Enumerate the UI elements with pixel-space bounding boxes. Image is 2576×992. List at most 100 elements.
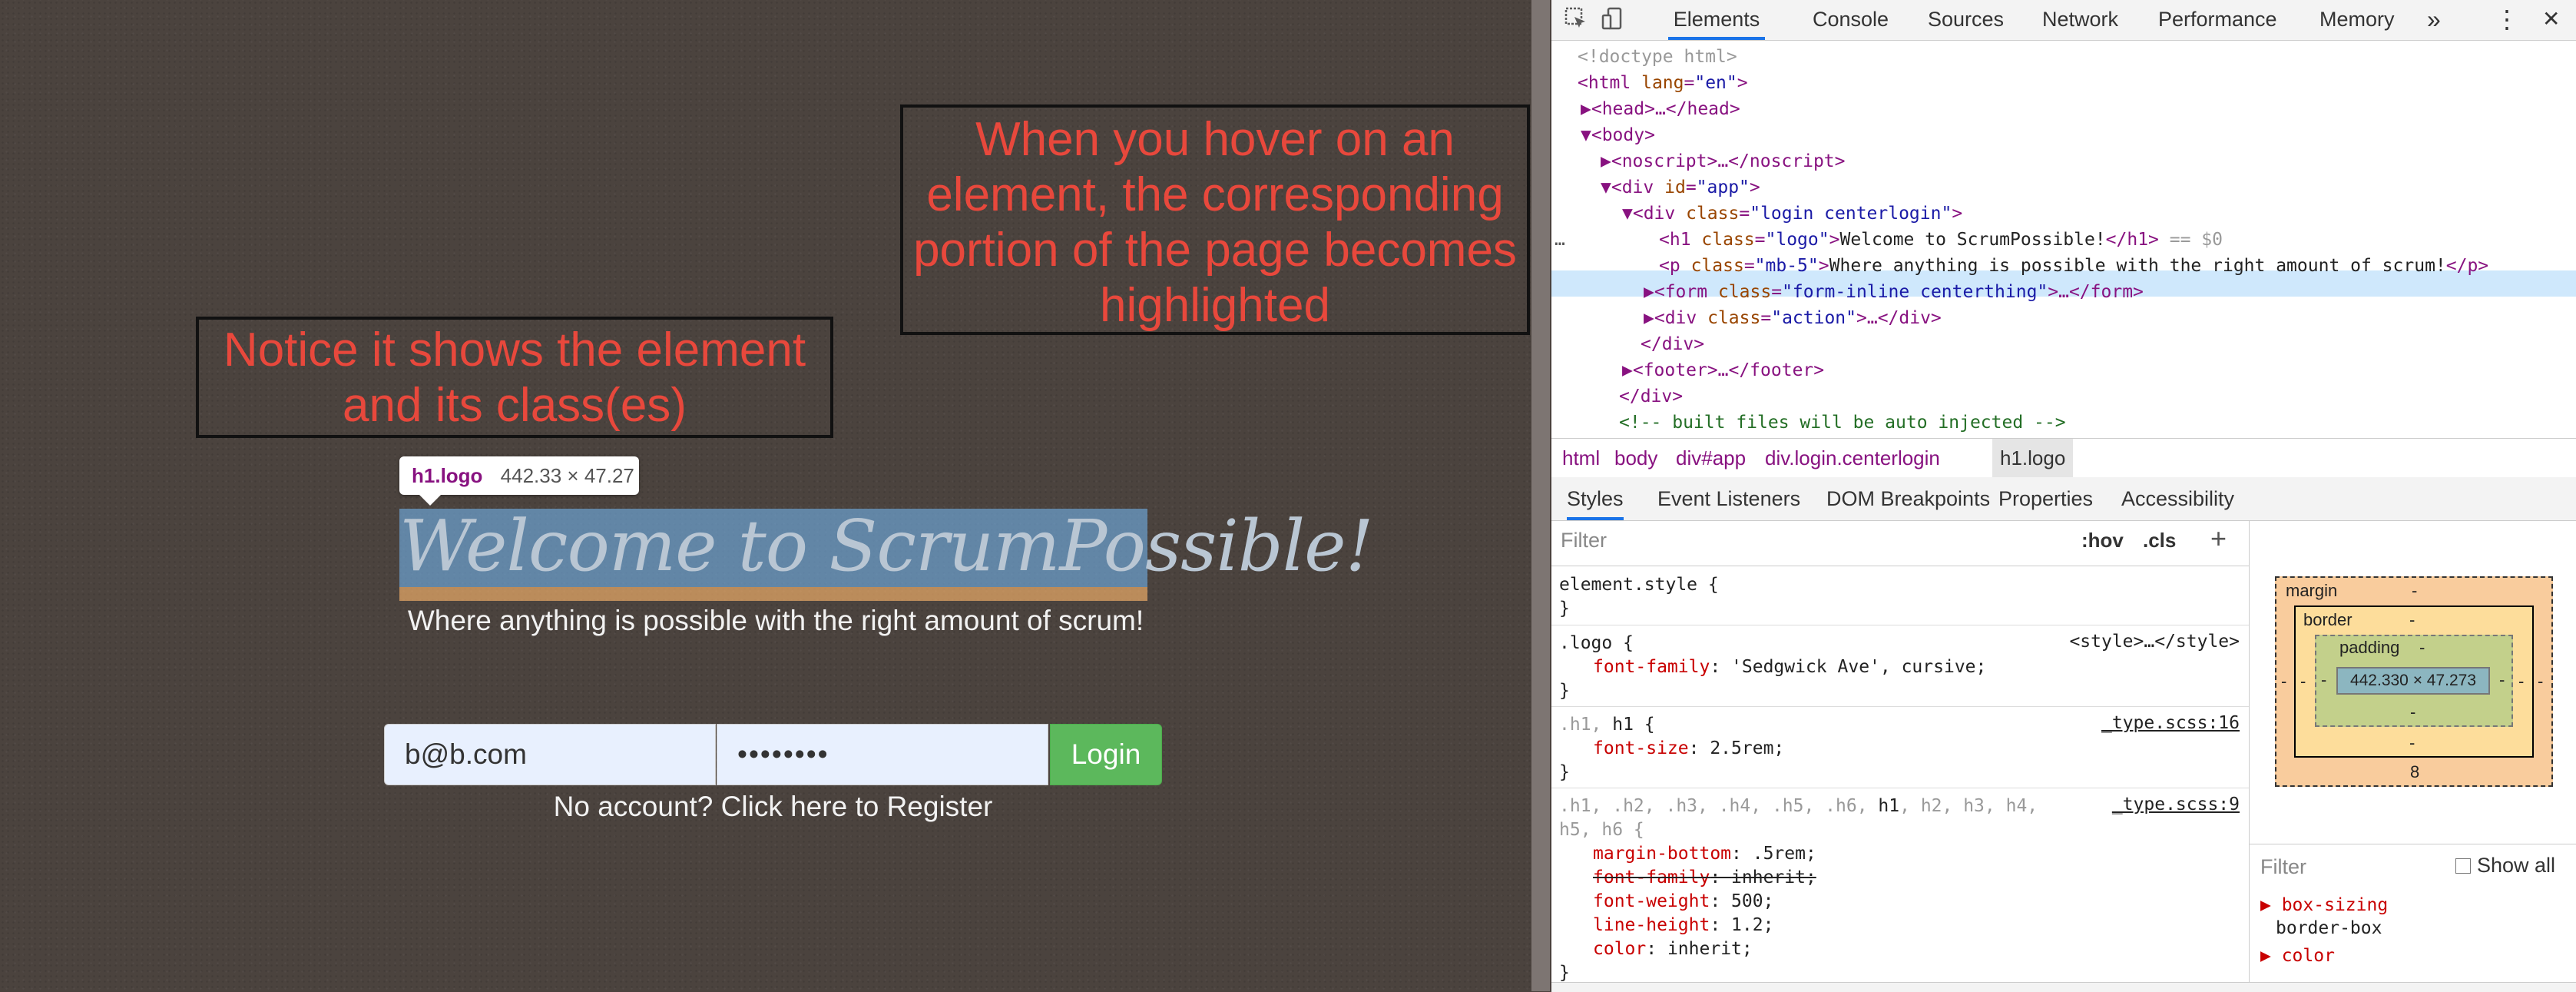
dom-node[interactable]: ▼<div id="app">: [1601, 174, 1760, 201]
tab-sources[interactable]: Sources: [1928, 0, 2004, 40]
css-property-value[interactable]: 500;: [1731, 891, 1773, 911]
css-property-value[interactable]: inherit;: [1667, 939, 1753, 959]
css-property-name[interactable]: margin-bottom: [1593, 844, 1731, 864]
css-property-value[interactable]: .5rem;: [1753, 844, 1816, 864]
tab-console[interactable]: Console: [1813, 0, 1889, 40]
styles-filter-bar: Filter :hov .cls +: [1551, 521, 2249, 566]
computed-filter-input[interactable]: Filter: [2260, 855, 2306, 879]
web-page-viewport: When you hover on an element, the corres…: [0, 0, 1536, 991]
page-subtitle: Where anything is possible with the righ…: [407, 605, 1144, 636]
breadcrumb-div-app[interactable]: div#app: [1668, 439, 1753, 477]
box-model-border-left[interactable]: -: [2300, 672, 2306, 692]
breadcrumb-body[interactable]: body: [1607, 439, 1665, 477]
rule-source-link[interactable]: <style>…</style>: [2069, 630, 2240, 654]
box-model-border-bottom[interactable]: -: [2409, 733, 2415, 753]
dom-node[interactable]: ▶<head>…</head>: [1581, 96, 1740, 122]
style-rule-logo[interactable]: .logo { <style>…</style> font-family: 'S…: [1551, 627, 2249, 707]
dom-node[interactable]: ▶<footer>…</footer>: [1622, 357, 1824, 383]
css-property-name[interactable]: color: [1593, 939, 1646, 959]
dom-node[interactable]: <!doctype html>: [1578, 44, 1737, 70]
device-toolbar-icon[interactable]: [1599, 6, 1627, 34]
dom-node[interactable]: ▼<div class="login centerlogin">: [1622, 201, 1962, 227]
tab-elements[interactable]: Elements: [1668, 0, 1765, 40]
new-style-rule-icon[interactable]: +: [2210, 523, 2227, 555]
show-all-checkbox[interactable]: [2455, 858, 2471, 874]
rule-source-link[interactable]: _type.scss:16: [2101, 712, 2240, 735]
rule-close: }: [1559, 681, 1570, 701]
css-property-value[interactable]: 2.5rem;: [1710, 738, 1784, 758]
breadcrumb-div-login[interactable]: div.login.centerlogin: [1757, 439, 1948, 477]
css-property-value[interactable]: 'Sedgwick Ave', cursive;: [1731, 657, 1986, 677]
devtools-drawer-edge: [1551, 982, 2576, 992]
rule-selector-inactive: , h2, h3, h4,: [1899, 796, 2038, 816]
dom-node[interactable]: <p class="mb-5">Where anything is possib…: [1659, 253, 2488, 279]
rule-close: }: [1559, 762, 1570, 782]
dom-node[interactable]: </div>: [1619, 383, 1683, 410]
devtools-toolbar: Elements Console Sources Network Perform…: [1551, 0, 2576, 41]
breadcrumb-html[interactable]: html: [1555, 439, 1608, 477]
box-model-margin-bottom[interactable]: 8: [2410, 762, 2419, 782]
style-rule-h1[interactable]: .h1, h1 { _type.scss:16 font-size: 2.5re…: [1551, 708, 2249, 788]
login-button[interactable]: Login: [1050, 724, 1162, 785]
css-property-name[interactable]: font-family: [1593, 657, 1710, 677]
style-rule-element[interactable]: element.style { }: [1551, 569, 2249, 625]
dom-node[interactable]: ▶<form class="form-inline centerthing">……: [1644, 279, 2144, 305]
box-model-padding-bottom[interactable]: -: [2410, 702, 2415, 722]
css-property-name[interactable]: font-size: [1593, 738, 1689, 758]
rule-selector: element.style {: [1559, 575, 1719, 595]
computed-property-box-sizing[interactable]: ▶ box-sizing: [2260, 895, 2388, 915]
computed-property-color[interactable]: ▶ color: [2260, 946, 2335, 966]
dom-node[interactable]: ▶<noscript>…</noscript>: [1601, 148, 1846, 174]
computed-value: border-box: [2276, 918, 2382, 938]
rule-source-link[interactable]: _type.scss:9: [2112, 793, 2240, 817]
breadcrumb-h1-logo[interactable]: h1.logo: [1992, 439, 2074, 477]
tab-dom-breakpoints[interactable]: DOM Breakpoints: [1826, 477, 1990, 520]
class-toggle[interactable]: .cls: [2143, 529, 2176, 552]
hover-state-toggle[interactable]: :hov: [2081, 529, 2124, 552]
dom-node-selected[interactable]: <h1 class="logo">Welcome to ScrumPossibl…: [1659, 227, 2223, 253]
box-model-padding-left[interactable]: -: [2321, 670, 2326, 690]
css-property-value[interactable]: 1.2;: [1731, 915, 1773, 935]
computed-styles-pane: Filter Show all ▶ box-sizing border-box …: [2250, 844, 2576, 992]
style-rule-headings[interactable]: .h1, .h2, .h3, .h4, .h5, .h6, h1, h2, h3…: [1551, 790, 2249, 991]
dom-node[interactable]: ▼<body>: [1581, 122, 1655, 148]
box-model-margin-right[interactable]: -: [2538, 672, 2543, 692]
tab-memory[interactable]: Memory: [2319, 0, 2395, 40]
tab-properties[interactable]: Properties: [1998, 477, 2093, 520]
password-input[interactable]: ••••••••: [717, 724, 1048, 785]
css-property-name-overridden[interactable]: font-family: [1593, 868, 1710, 887]
inspect-element-icon[interactable]: [1562, 6, 1590, 34]
dom-node[interactable]: <!-- built files will be auto injected -…: [1619, 410, 2066, 436]
more-tabs-icon[interactable]: »: [2427, 0, 2441, 40]
styles-filter-input[interactable]: Filter: [1561, 529, 1607, 552]
dom-node[interactable]: ▶<div class="action">…</div>: [1644, 305, 1942, 331]
tab-styles[interactable]: Styles: [1567, 477, 1624, 520]
box-model-border-label: border: [2303, 610, 2353, 629]
box-model-border-right[interactable]: -: [2518, 672, 2524, 692]
css-property-name[interactable]: font-weight: [1593, 891, 1710, 911]
css-property-value-overridden[interactable]: inherit;: [1731, 868, 1816, 887]
tab-accessibility[interactable]: Accessibility: [2121, 477, 2234, 520]
tab-network[interactable]: Network: [2042, 0, 2118, 40]
tab-performance[interactable]: Performance: [2158, 0, 2277, 40]
register-link[interactable]: No account? Click here to Register: [384, 790, 1162, 824]
panel-splitter[interactable]: [1531, 0, 1550, 991]
rule-selector-inactive: h5, h6 {: [1559, 820, 1644, 840]
box-model-content[interactable]: 442.330 × 47.273: [2336, 667, 2490, 695]
box-model-margin-top[interactable]: -: [2412, 581, 2417, 601]
close-devtools-icon[interactable]: ✕: [2542, 0, 2560, 40]
dom-node[interactable]: <html lang="en">: [1578, 70, 1748, 96]
inspect-tooltip: h1.logo 442.33 × 47.27: [399, 456, 639, 506]
node-ellipsis-icon[interactable]: …: [1555, 227, 1565, 253]
box-model-padding-top[interactable]: -: [2419, 638, 2425, 658]
email-input[interactable]: b@b.com: [384, 724, 716, 785]
annotation-callout-class: Notice it shows the element and its clas…: [196, 317, 833, 438]
box-model-margin-left[interactable]: -: [2281, 672, 2286, 692]
styles-pane: Filter :hov .cls + element.style { } .lo…: [1551, 521, 2250, 991]
box-model-padding-right[interactable]: -: [2499, 670, 2505, 690]
box-model-border-top[interactable]: -: [2409, 610, 2415, 630]
css-property-name[interactable]: line-height: [1593, 915, 1710, 935]
dom-node[interactable]: </div>: [1641, 331, 1704, 357]
devtools-menu-icon[interactable]: ⋮: [2495, 0, 2519, 40]
tab-event-listeners[interactable]: Event Listeners: [1657, 477, 1800, 520]
